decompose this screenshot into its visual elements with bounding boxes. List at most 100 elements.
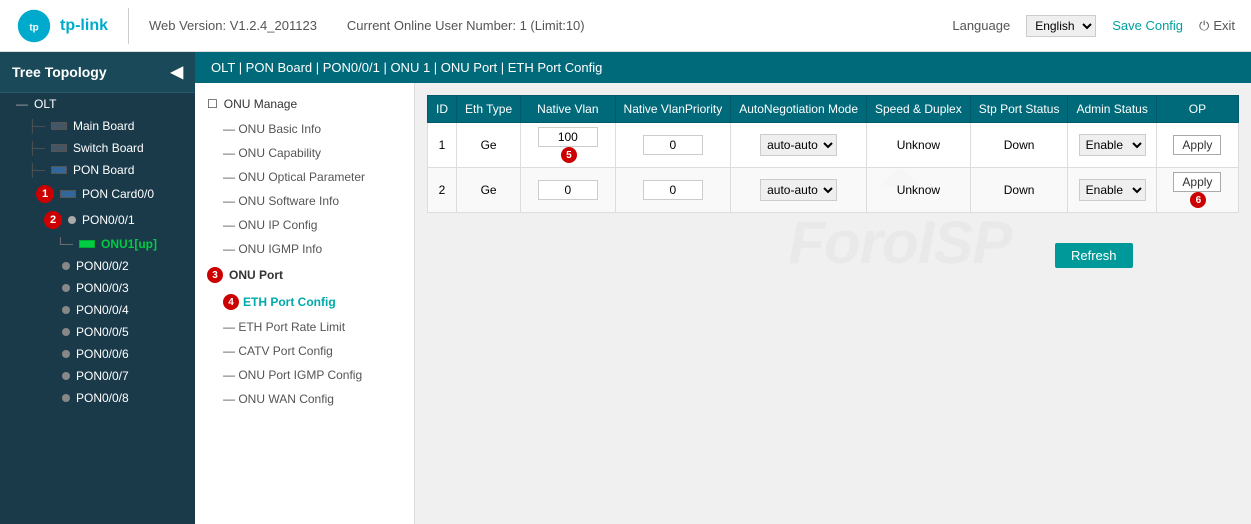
breadcrumb: OLT | PON Board | PON0/0/1 | ONU 1 | ONU…	[195, 52, 1251, 83]
nav-item-eth-port-rate-limit[interactable]: — ETH Port Rate Limit	[195, 315, 414, 339]
cell-vlan-priority-1[interactable]	[615, 123, 731, 168]
sidebar-collapse-button[interactable]: ◀	[171, 62, 183, 82]
admin-status-select-1[interactable]: Enable Disable	[1079, 134, 1146, 156]
onu-manage-label: ONU Manage	[224, 97, 297, 111]
onu-port-label: ONU Port	[229, 268, 283, 282]
cell-native-vlan-1[interactable]: 5	[521, 123, 615, 168]
pon-card-label: PON Card0/0	[82, 187, 154, 201]
cell-op-1[interactable]: Apply	[1156, 123, 1238, 168]
cell-eth-type-2: Ge	[457, 168, 521, 213]
marker-1: 1	[36, 185, 54, 203]
port-icon	[62, 262, 70, 270]
refresh-button[interactable]: Refresh	[1055, 243, 1133, 268]
cell-native-vlan-2[interactable]	[521, 168, 615, 213]
cell-vlan-priority-2[interactable]	[615, 168, 731, 213]
native-vlan-input-2[interactable]	[538, 180, 598, 200]
auto-negotiation-select-1[interactable]: auto-auto 100-full 100-half 10-full 10-h…	[760, 134, 837, 156]
content-area: OLT | PON Board | PON0/0/1 | ONU 1 | ONU…	[195, 52, 1251, 524]
switch-board-label: Switch Board	[73, 141, 144, 155]
vlan-priority-input-1[interactable]	[643, 135, 703, 155]
pon005-label: PON0/0/5	[76, 325, 129, 339]
cell-stp-status-2: Down	[970, 168, 1068, 213]
nav-item-onu-ip-config[interactable]: — ONU IP Config	[195, 213, 414, 237]
cell-speed-duplex-2: Unknow	[867, 168, 971, 213]
nav-item-catv-port-config[interactable]: — CATV Port Config	[195, 339, 414, 363]
table-row: 1 Ge 5 auto-auto	[428, 123, 1239, 168]
pon004-label: PON0/0/4	[76, 303, 129, 317]
auto-negotiation-select-2[interactable]: auto-auto 100-full 100-half 10-full 10-h…	[760, 179, 837, 201]
power-icon: ⏻	[1199, 18, 1209, 34]
main-layout: Tree Topology ◀ — OLT ├─ Main Board ├─ S…	[0, 52, 1251, 524]
sidebar-title-bar: Tree Topology ◀	[0, 52, 195, 93]
col-header-op: OP	[1156, 96, 1238, 123]
col-header-stp-port-status: Stp Port Status	[970, 96, 1068, 123]
nav-item-onu-optical-parameter[interactable]: — ONU Optical Parameter	[195, 165, 414, 189]
table-container: ForoISP Refresh ID Eth Type Native Vlan …	[415, 83, 1251, 524]
sidebar-item-pon007[interactable]: PON0/0/7	[0, 365, 195, 387]
cell-auto-negotiation-1[interactable]: auto-auto 100-full 100-half 10-full 10-h…	[731, 123, 867, 168]
pon007-label: PON0/0/7	[76, 369, 129, 383]
nav-section-onu-manage[interactable]: ☐ ONU Manage	[195, 91, 414, 117]
olt-label: OLT	[34, 97, 56, 111]
sidebar-item-pon005[interactable]: PON0/0/5	[0, 321, 195, 343]
sidebar-item-olt[interactable]: — OLT	[0, 93, 195, 115]
sidebar-item-pon-card[interactable]: 1 PON Card0/0	[0, 181, 195, 207]
port-icon	[68, 216, 76, 224]
cell-admin-status-2[interactable]: Enable Disable	[1068, 168, 1156, 213]
native-vlan-input-1[interactable]	[538, 127, 598, 147]
sidebar-item-pon008[interactable]: PON0/0/8	[0, 387, 195, 409]
cell-eth-type-1: Ge	[457, 123, 521, 168]
nav-item-onu-igmp-info[interactable]: — ONU IGMP Info	[195, 237, 414, 261]
marker-2: 2	[44, 211, 62, 229]
nav-item-onu-port-igmp-config[interactable]: — ONU Port IGMP Config	[195, 363, 414, 387]
port-icon	[62, 328, 70, 336]
nav-item-onu-wan-config[interactable]: — ONU WAN Config	[195, 387, 414, 411]
sidebar-title: Tree Topology	[12, 64, 107, 80]
apply-button-2[interactable]: Apply	[1173, 172, 1221, 192]
sidebar-item-pon002[interactable]: PON0/0/2	[0, 255, 195, 277]
tp-link-logo: tp	[16, 8, 52, 44]
sidebar-item-main-board[interactable]: ├─ Main Board	[0, 115, 195, 137]
nav-item-onu-software-info[interactable]: — ONU Software Info	[195, 189, 414, 213]
nav-item-onu-capability[interactable]: — ONU Capability	[195, 141, 414, 165]
minus-icon: —	[16, 97, 28, 111]
checkbox-icon: ☐	[207, 97, 218, 111]
sidebar-item-switch-board[interactable]: ├─ Switch Board	[0, 137, 195, 159]
language-select[interactable]: English	[1026, 15, 1096, 37]
col-header-eth-type: Eth Type	[457, 96, 521, 123]
sidebar-item-pon004[interactable]: PON0/0/4	[0, 299, 195, 321]
pon-board-label: PON Board	[73, 163, 134, 177]
breadcrumb-text: OLT | PON Board | PON0/0/1 | ONU 1 | ONU…	[211, 60, 602, 75]
sidebar-item-onu1[interactable]: └─ ONU1[up]	[0, 233, 195, 255]
nav-section-onu-port[interactable]: 3 ONU Port	[195, 261, 414, 289]
logo-area: tp tp-link	[16, 8, 129, 44]
marker-6: 6	[1190, 192, 1206, 208]
save-config-link[interactable]: Save Config	[1112, 18, 1183, 33]
sidebar-item-pon-board[interactable]: ├─ PON Board	[0, 159, 195, 181]
pon002-label: PON0/0/2	[76, 259, 129, 273]
tree-connector: ├─	[28, 163, 45, 177]
tree-connector: ├─	[28, 119, 45, 133]
cell-id-1: 1	[428, 123, 457, 168]
admin-status-select-2[interactable]: Enable Disable	[1079, 179, 1146, 201]
web-version: Web Version: V1.2.4_201123	[149, 18, 317, 33]
nav-item-eth-port-config[interactable]: 4 ETH Port Config	[195, 289, 414, 315]
sidebar-item-pon003[interactable]: PON0/0/3	[0, 277, 195, 299]
exit-button[interactable]: ⏻ Exit	[1199, 18, 1235, 34]
pon-board-icon	[51, 166, 67, 174]
language-label: Language	[952, 18, 1010, 33]
vlan-priority-input-2[interactable]	[643, 180, 703, 200]
cell-admin-status-1[interactable]: Enable Disable	[1068, 123, 1156, 168]
sidebar-item-pon006[interactable]: PON0/0/6	[0, 343, 195, 365]
sidebar-item-pon001[interactable]: 2 PON0/0/1	[0, 207, 195, 233]
online-users: Current Online User Number: 1 (Limit:10)	[347, 18, 585, 33]
svg-text:tp: tp	[29, 22, 38, 33]
nav-item-onu-basic-info[interactable]: — ONU Basic Info	[195, 117, 414, 141]
onu1-label: ONU1[up]	[101, 237, 157, 251]
tree-connector: ├─	[28, 141, 45, 155]
eth-port-config-label: ETH Port Config	[243, 295, 336, 309]
apply-button-1[interactable]: Apply	[1173, 135, 1221, 155]
refresh-button-container: Refresh	[1055, 243, 1133, 268]
cell-op-2[interactable]: Apply 6	[1156, 168, 1238, 213]
cell-auto-negotiation-2[interactable]: auto-auto 100-full 100-half 10-full 10-h…	[731, 168, 867, 213]
